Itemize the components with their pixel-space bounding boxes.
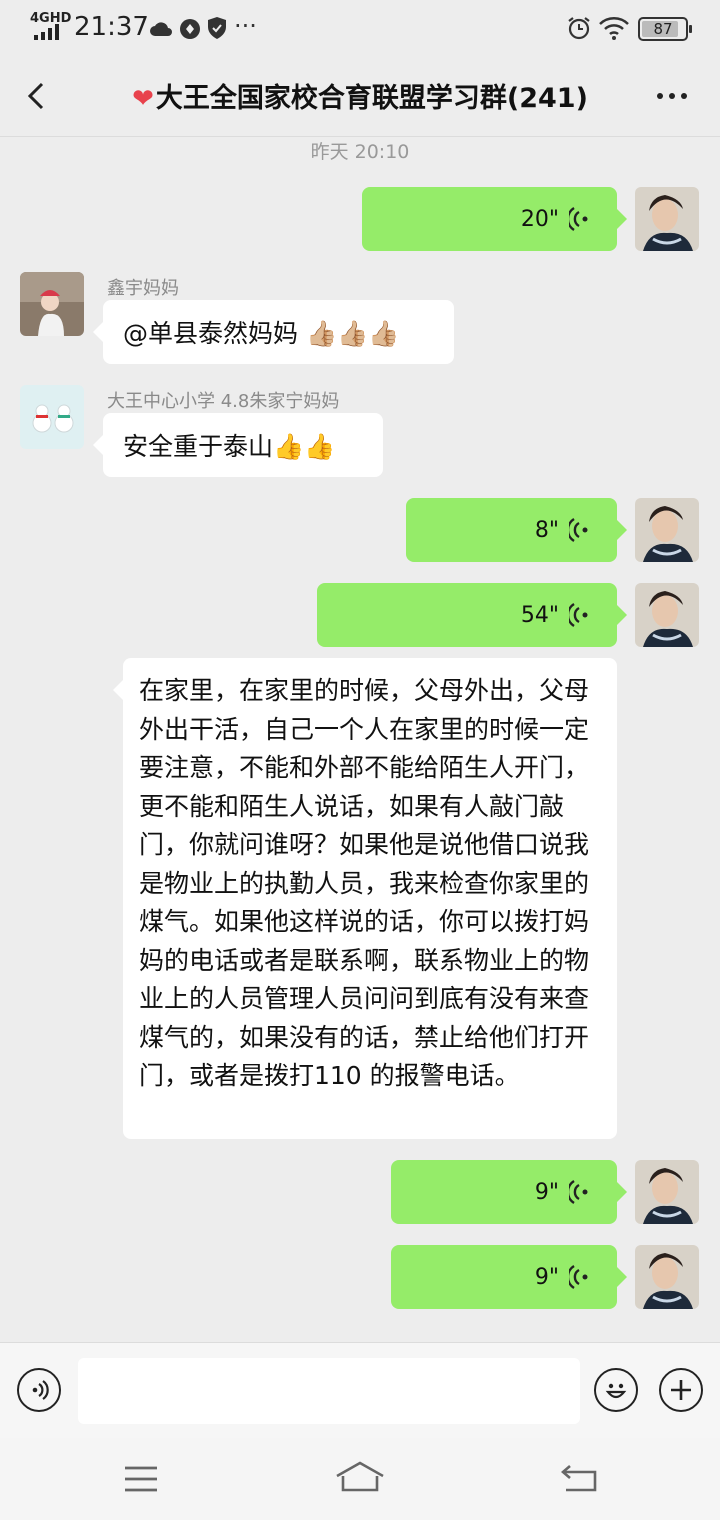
self-avatar[interactable] — [635, 583, 699, 647]
signal-icon — [34, 24, 59, 40]
voice-duration: 8" — [534, 517, 559, 543]
plus-icon — [671, 1380, 691, 1400]
text-message[interactable]: 安全重于泰山👍👍 — [93, 413, 383, 477]
status-bar: 4GHD 21:37 ··· 87 — [0, 0, 720, 56]
voice-message[interactable]: 54" — [317, 583, 627, 647]
shield-icon — [208, 17, 226, 39]
voice-message[interactable]: 9" — [391, 1245, 627, 1309]
voice-transcript[interactable]: 在家里，在家里的时候，父母外出，父母外出干活，自己一个人在家里的时候一定要注意，… — [113, 658, 617, 1139]
message-input[interactable] — [78, 1358, 580, 1424]
chat-header: ❤大王全国家校合育联盟学习群(241) — [0, 56, 720, 137]
voice-wave-icon — [569, 602, 588, 628]
back-arrow-icon[interactable] — [18, 76, 58, 116]
self-avatar[interactable] — [635, 1160, 699, 1224]
voice-duration: 9" — [534, 1264, 559, 1290]
app-icon — [180, 19, 200, 39]
home-icon[interactable] — [335, 1460, 385, 1494]
menu-icon[interactable] — [123, 1464, 159, 1494]
voice-message[interactable]: 8" — [406, 498, 627, 562]
battery-indicator: 87 — [638, 17, 692, 41]
smiley-icon — [605, 1383, 627, 1399]
voice-duration: 54" — [520, 602, 559, 628]
system-nav-bar — [0, 1438, 720, 1520]
voice-message[interactable]: 20" — [362, 187, 627, 251]
back-icon[interactable] — [560, 1462, 600, 1494]
voice-message[interactable]: 9" — [391, 1160, 627, 1224]
alarm-icon — [568, 17, 590, 40]
heart-icon: ❤ — [132, 84, 154, 114]
more-options-icon[interactable] — [654, 76, 690, 112]
sender-name: 鑫宇妈妈 — [107, 278, 179, 299]
text-message[interactable]: @单县泰然妈妈 👍🏼👍🏼👍🏼 — [93, 300, 454, 364]
self-avatar[interactable] — [635, 1245, 699, 1309]
self-avatar[interactable] — [635, 187, 699, 251]
voice-wave-icon — [569, 1264, 588, 1290]
voice-duration: 20" — [520, 206, 559, 232]
sender-name: 大王中心小学 4.8朱家宁妈妈 — [107, 391, 340, 412]
chat-timestamp: 昨天 20:10 — [310, 141, 410, 163]
voice-duration: 9" — [534, 1179, 559, 1205]
wifi-icon — [599, 17, 629, 40]
voice-icon — [32, 1380, 49, 1400]
input-bar — [0, 1342, 720, 1439]
sender-avatar[interactable] — [20, 385, 84, 449]
voice-wave-icon — [569, 206, 588, 232]
status-time: 21:37 — [74, 12, 149, 42]
emoji-button[interactable] — [594, 1368, 638, 1412]
cloud-icon — [150, 22, 172, 36]
more-functions-button[interactable] — [659, 1368, 703, 1412]
sender-avatar[interactable] — [20, 272, 84, 336]
self-avatar[interactable] — [635, 498, 699, 562]
voice-input-button[interactable] — [17, 1368, 61, 1412]
chat-area[interactable]: 昨天 20:10 20" 鑫宇妈妈 @单县泰然妈妈 👍🏼👍🏼👍🏼 大王中心小学 … — [0, 137, 720, 1342]
chat-title: ❤大王全国家校合育联盟学习群(241) — [132, 83, 588, 114]
more-status-icon: ··· — [234, 12, 257, 40]
voice-wave-icon — [569, 1179, 588, 1205]
voice-wave-icon — [569, 517, 588, 543]
